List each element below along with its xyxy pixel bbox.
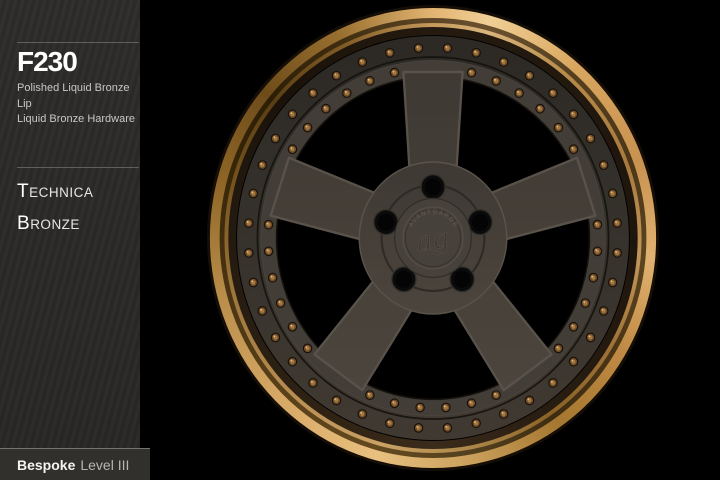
separator-middle (17, 167, 139, 168)
model-block: F230 Polished Liquid Bronze Lip Liquid B… (17, 47, 135, 128)
wheel-photo: AVANTGARDE ag (207, 5, 659, 471)
separator-top (17, 42, 139, 43)
finish-hardware-label: Liquid Bronze Hardware (17, 112, 135, 128)
series-name-line2: Bronze (17, 208, 135, 240)
bespoke-label: Bespoke (17, 457, 75, 473)
model-name: F230 (17, 47, 135, 77)
series-block: Technica Bronze (17, 176, 135, 240)
bespoke-bar: Bespoke Level III (0, 448, 150, 480)
wheel-face-graphic: AVANTGARDE ag (200, 0, 666, 478)
finish-lip-label: Polished Liquid Bronze Lip (17, 81, 135, 112)
bespoke-level: Level III (80, 457, 129, 473)
center-cap-monogram: ag (415, 222, 451, 258)
product-card: AVANTGARDE ag F230 Polished Liquid Bronz… (0, 0, 720, 480)
series-name-line1: Technica (17, 176, 135, 208)
info-panel: F230 Polished Liquid Bronze Lip Liquid B… (0, 0, 140, 480)
